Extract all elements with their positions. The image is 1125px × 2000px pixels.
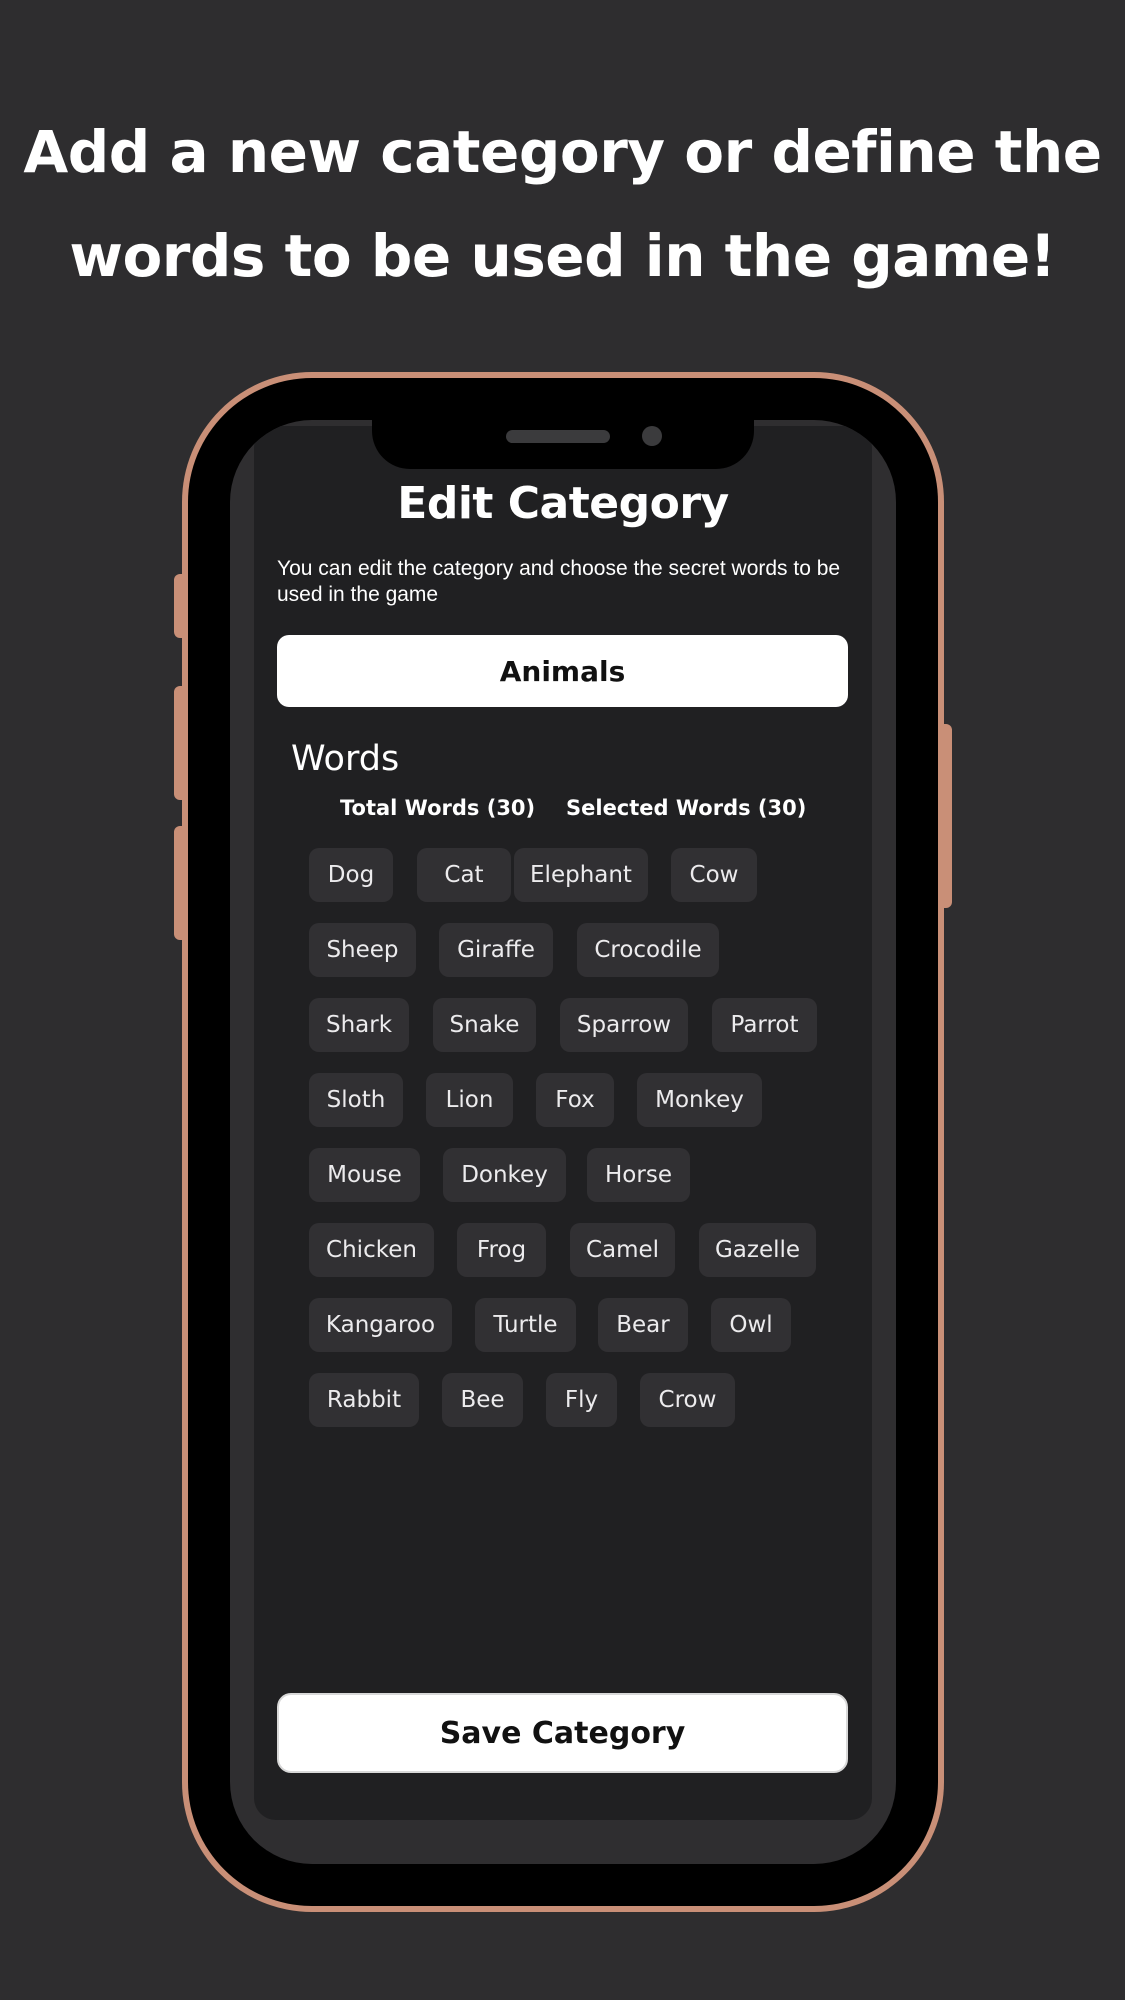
word-chip[interactable]: Kangaroo — [309, 1298, 452, 1352]
speaker-grille — [506, 430, 610, 443]
save-category-button[interactable]: Save Category — [277, 1693, 848, 1773]
word-chip[interactable]: Sparrow — [560, 998, 688, 1052]
page-title: Edit Category — [397, 478, 729, 529]
word-chip[interactable]: Lion — [426, 1073, 513, 1127]
word-chip[interactable]: Fly — [546, 1373, 617, 1427]
word-chip[interactable]: Monkey — [637, 1073, 762, 1127]
word-chip[interactable]: Chicken — [309, 1223, 434, 1277]
headline-line-1: Add a new category or define the — [23, 118, 1102, 186]
word-chip[interactable]: Snake — [433, 998, 536, 1052]
front-camera-icon — [642, 426, 662, 446]
word-chip[interactable]: Horse — [587, 1148, 690, 1202]
category-name-input[interactable] — [277, 635, 848, 707]
word-chip[interactable]: Elephant — [514, 848, 648, 902]
word-chip[interactable]: Owl — [711, 1298, 791, 1352]
headline: Add a new category or define the words t… — [0, 100, 1125, 308]
words-heading: Words — [291, 739, 400, 779]
selected-words-tab[interactable]: Selected Words (30) — [566, 791, 806, 825]
word-chip[interactable]: Cat — [417, 848, 511, 902]
word-chip[interactable]: Frog — [457, 1223, 546, 1277]
word-chip[interactable]: Cow — [671, 848, 757, 902]
word-chip[interactable]: Dog — [309, 848, 393, 902]
page-description: You can edit the category and choose the… — [277, 557, 841, 606]
word-chip[interactable]: Crocodile — [577, 923, 719, 977]
word-chip[interactable]: Fox — [536, 1073, 614, 1127]
word-chip[interactable]: Turtle — [475, 1298, 576, 1352]
word-chip[interactable]: Parrot — [712, 998, 817, 1052]
word-chip[interactable]: Mouse — [309, 1148, 420, 1202]
word-chip[interactable]: Shark — [309, 998, 409, 1052]
word-chip[interactable]: Crow — [640, 1373, 735, 1427]
word-chip[interactable]: Gazelle — [699, 1223, 816, 1277]
word-chip[interactable]: Sloth — [309, 1073, 403, 1127]
word-chip[interactable]: Rabbit — [309, 1373, 419, 1427]
word-chip[interactable]: Giraffe — [439, 923, 553, 977]
total-words-tab[interactable]: Total Words (30) — [340, 791, 535, 825]
headline-line-2: words to be used in the game! — [69, 222, 1056, 290]
word-chip[interactable]: Camel — [570, 1223, 675, 1277]
word-chip[interactable]: Bee — [442, 1373, 523, 1427]
word-chip[interactable]: Donkey — [443, 1148, 566, 1202]
word-chip[interactable]: Sheep — [309, 923, 416, 977]
word-chip[interactable]: Bear — [598, 1298, 688, 1352]
